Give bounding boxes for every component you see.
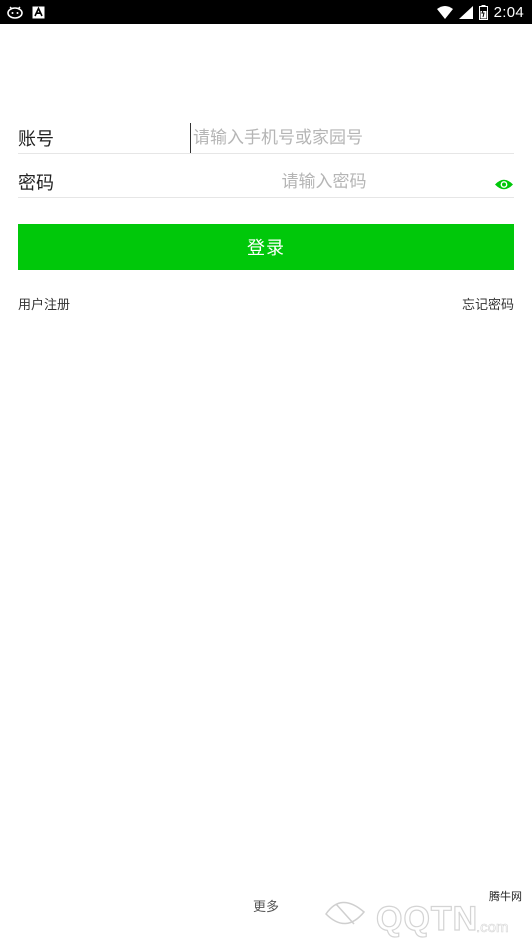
account-row: 账号 xyxy=(18,120,514,154)
more-link[interactable]: 更多 xyxy=(0,896,532,915)
password-label: 密码 xyxy=(18,173,54,194)
register-link[interactable]: 用户注册 xyxy=(18,294,70,313)
password-input[interactable] xyxy=(190,167,514,197)
account-label: 账号 xyxy=(18,129,54,150)
status-bar-left xyxy=(6,5,45,19)
battery-icon xyxy=(478,4,488,20)
android-notification-icon xyxy=(6,5,24,19)
status-bar-right: 2:04 xyxy=(436,3,524,21)
wifi-icon xyxy=(436,5,453,19)
text-a-icon xyxy=(32,6,45,19)
account-input[interactable] xyxy=(190,123,514,153)
status-time: 2:04 xyxy=(493,3,524,21)
forgot-password-link[interactable]: 忘记密码 xyxy=(462,294,514,313)
login-form: 账号 密码 xyxy=(18,120,514,198)
svg-text:.com: .com xyxy=(476,919,509,936)
status-bar: 2:04 xyxy=(0,0,532,24)
signal-icon xyxy=(458,5,473,19)
login-button[interactable]: 登录 xyxy=(18,224,514,270)
show-password-eye-icon[interactable] xyxy=(494,177,514,191)
password-row: 密码 xyxy=(18,164,514,198)
auth-links: 用户注册 忘记密码 xyxy=(18,294,514,313)
